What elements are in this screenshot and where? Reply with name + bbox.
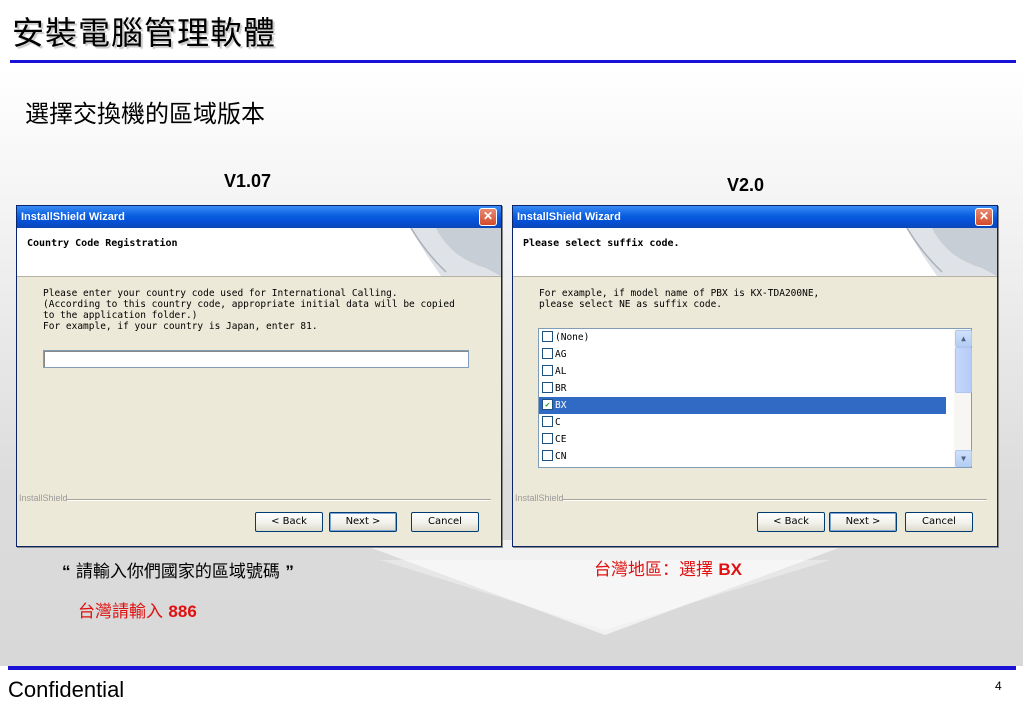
close-quote: ” [285, 562, 294, 581]
checkbox[interactable] [542, 331, 553, 342]
back-button[interactable]: < Back [757, 512, 825, 532]
list-item-label: AG [555, 349, 567, 360]
list-item-label: (None) [555, 332, 590, 343]
back-button[interactable]: < Back [255, 512, 323, 532]
left-caption: “ 請輸入你們國家的區域號碼 ” [62, 557, 294, 582]
footer-divider [8, 666, 1016, 670]
note-value: 886 [168, 602, 197, 621]
cancel-button[interactable]: Cancel [411, 512, 479, 532]
instruction-line-2: please select NE as suffix code. [539, 299, 723, 310]
list-item[interactable]: AL [539, 363, 946, 380]
checkbox[interactable] [542, 433, 553, 444]
checkbox[interactable] [542, 348, 553, 359]
instruction-line-2: (According to this country code, appropr… [43, 299, 455, 310]
list-item[interactable]: CN [539, 448, 946, 465]
title-divider [10, 60, 1016, 63]
checkbox[interactable]: ✔ [542, 399, 553, 410]
note-prefix: 台灣請輸入 [78, 602, 163, 622]
dialog-header: Country Code Registration [17, 228, 501, 277]
footer-divider [563, 499, 987, 501]
version-label-right: V2.0 [727, 175, 765, 195]
checkbox[interactable] [542, 365, 553, 376]
dialog-header-title: Please select suffix code. [523, 238, 680, 249]
list-item-label: C [555, 417, 561, 428]
suffix-code-list[interactable]: (None) AG AL BR ✔ BX C CE CN ▲ ▼ [538, 328, 972, 468]
list-item[interactable]: ✔ BX [539, 397, 946, 414]
list-item[interactable]: (None) [539, 329, 946, 346]
instruction-line-4: For example, if your country is Japan, e… [43, 321, 318, 332]
close-icon[interactable]: ✕ [975, 208, 993, 226]
installshield-brand: InstallShield [515, 493, 564, 503]
dialog-header: Please select suffix code. [513, 228, 997, 277]
next-button[interactable]: Next > [329, 512, 397, 532]
list-item[interactable]: BR [539, 380, 946, 397]
dialog-titlebar[interactable]: InstallShield Wizard ✕ [513, 206, 997, 228]
instruction-line-3: to the application folder.) [43, 310, 198, 321]
country-code-dialog: InstallShield Wizard ✕ Country Code Regi… [16, 205, 502, 547]
suffix-code-dialog: InstallShield Wizard ✕ Please select suf… [512, 205, 998, 547]
scroll-down-icon[interactable]: ▼ [955, 450, 972, 467]
slide-subtitle: 選擇交換機的區域版本 [25, 100, 265, 128]
scroll-thumb[interactable] [955, 347, 972, 393]
next-button[interactable]: Next > [829, 512, 897, 532]
instruction-line-1: For example, if model name of PBX is KX-… [539, 288, 820, 299]
installshield-brand: InstallShield [19, 493, 68, 503]
left-note: 台灣請輸入 886 [78, 597, 197, 622]
list-item-label: AL [555, 366, 567, 377]
cancel-button[interactable]: Cancel [905, 512, 973, 532]
scroll-up-icon[interactable]: ▲ [955, 330, 972, 347]
list-item[interactable]: CE [539, 431, 946, 448]
caption-text: 請輸入你們國家的區域號碼 [75, 562, 280, 582]
right-note: 台灣地區：選擇 BX [594, 555, 742, 580]
checkbox[interactable] [542, 450, 553, 461]
list-item-label: BR [555, 383, 567, 394]
list-scrollbar[interactable]: ▲ ▼ [954, 329, 972, 467]
list-item-label: CN [555, 451, 567, 462]
list-item-label: CE [555, 434, 567, 445]
page-number: 4 [995, 679, 1002, 693]
checkbox[interactable] [542, 416, 553, 427]
list-item[interactable]: AG [539, 346, 946, 363]
checkbox[interactable] [542, 382, 553, 393]
footer-confidential: Confidential [8, 677, 125, 702]
list-item[interactable]: C [539, 414, 946, 431]
open-quote: “ [62, 562, 71, 581]
page-curl-graphic [906, 228, 997, 276]
country-code-input[interactable] [43, 350, 469, 368]
version-label-left: V1.07 [224, 171, 272, 191]
window-title: InstallShield Wizard [21, 211, 125, 223]
close-icon[interactable]: ✕ [479, 208, 497, 226]
window-title: InstallShield Wizard [517, 211, 621, 223]
note-value: BX [718, 560, 743, 579]
dialog-header-title: Country Code Registration [27, 238, 178, 249]
dialog-titlebar[interactable]: InstallShield Wizard ✕ [17, 206, 501, 228]
footer-divider [67, 499, 491, 501]
note-prefix: 台灣地區：選擇 [594, 560, 713, 580]
instruction-line-1: Please enter your country code used for … [43, 288, 398, 299]
list-item-label: BX [555, 400, 567, 411]
slide-title: 安裝電腦管理軟體 [12, 14, 277, 52]
page-curl-graphic [410, 228, 501, 276]
